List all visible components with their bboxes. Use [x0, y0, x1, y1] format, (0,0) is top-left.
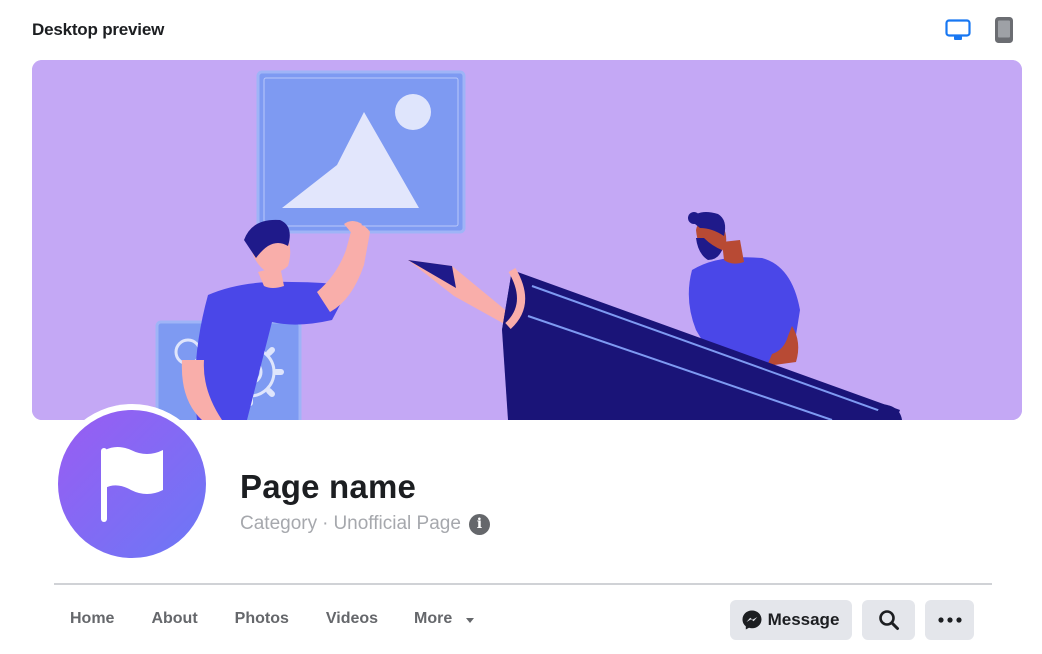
info-icon[interactable]: i: [468, 513, 490, 535]
cover-photo[interactable]: [32, 60, 1022, 420]
messenger-icon: [742, 610, 762, 630]
cover-illustration: [32, 60, 1022, 420]
monitor-icon: [945, 19, 971, 40]
divider: [54, 583, 992, 585]
page-category: Category: [240, 513, 318, 534]
preview-title: Desktop preview: [32, 20, 165, 39]
page-type: Unofficial Page: [333, 513, 461, 534]
mobile-preview-button[interactable]: [990, 15, 1018, 45]
more-options-button[interactable]: [925, 600, 974, 640]
page-name: Page name: [240, 468, 417, 505]
desktop-preview-button[interactable]: [944, 15, 972, 45]
message-button-label: Message: [767, 610, 840, 629]
tab-photos[interactable]: Photos: [235, 610, 289, 628]
tab-home[interactable]: Home: [70, 610, 114, 628]
page-actions: Message: [730, 600, 974, 640]
device-toggle: [944, 15, 1018, 45]
avatar: [58, 410, 206, 558]
search-button[interactable]: [862, 600, 915, 640]
profile-picture[interactable]: [52, 404, 212, 564]
tab-more[interactable]: More: [414, 610, 475, 628]
more-dots-icon: [937, 617, 962, 623]
tab-label: About: [151, 610, 198, 627]
caret-down-icon: [466, 617, 475, 623]
tab-about[interactable]: About: [151, 610, 197, 628]
message-button[interactable]: Message: [730, 600, 852, 640]
phone-icon: [995, 17, 1013, 43]
tab-label: More: [414, 610, 453, 627]
page-preview: Desktop preview Page name Category · Uno…: [0, 0, 1042, 654]
tab-label: Videos: [325, 610, 379, 627]
page-meta: Category · Unofficial Page i: [240, 513, 490, 535]
tab-label: Photos: [234, 610, 289, 627]
meta-separator: ·: [322, 513, 329, 534]
tab-label: Home: [70, 610, 115, 627]
page-tabs: Home About Photos Videos More: [70, 610, 475, 628]
flag-icon: [101, 447, 163, 522]
search-icon: [878, 610, 899, 630]
tab-videos[interactable]: Videos: [326, 610, 378, 628]
